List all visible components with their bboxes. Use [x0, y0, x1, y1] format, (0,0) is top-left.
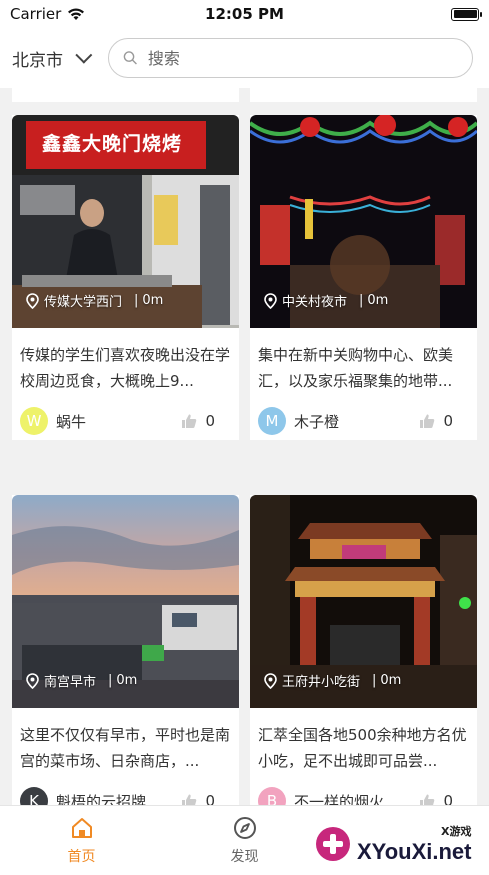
tab-label: 首页 — [67, 849, 96, 865]
wifi-icon — [67, 7, 85, 21]
feed-card[interactable]: 鑫鑫大晚门烧烤 传媒大学西门 | 0m 传媒的学生们喜欢夜晚出没在学校周边觅食，… — [12, 115, 239, 440]
username[interactable]: 蜗牛 — [56, 411, 181, 432]
compass-icon — [233, 817, 256, 839]
like-count: 0 — [443, 412, 453, 430]
card-description: 汇萃全国各地500余种地方名优小吃，足不出城即可品尝... — [258, 726, 467, 770]
thumbs-up-icon — [182, 414, 197, 428]
location-pin-icon — [264, 672, 277, 689]
username[interactable]: 魁梧的云招牌 — [56, 791, 181, 806]
watermark: X游戏 XYouXi.net — [313, 816, 485, 872]
divider: | — [134, 293, 139, 308]
distance: 0m — [367, 293, 389, 308]
watermark-small: X游戏 — [441, 825, 472, 838]
card-description: 集中在新中关购物中心、欧美汇，以及家乐福聚集的地带... — [258, 346, 454, 390]
location-pin-icon — [26, 292, 39, 309]
location-name: 中关村夜市 — [282, 295, 348, 310]
divider: | — [108, 673, 113, 688]
home-icon — [71, 818, 92, 838]
location-tag: 王府井小吃街 | 0m — [264, 671, 401, 690]
watermark-logo-icon — [316, 827, 350, 861]
location-name: 王府井小吃街 — [282, 675, 361, 690]
top-header: 北京市 — [0, 28, 489, 88]
card-image[interactable]: 南宫早市 | 0m — [12, 495, 239, 708]
search-icon — [123, 51, 137, 65]
location-tag: 中关村夜市 | 0m — [264, 291, 388, 310]
distance: 0m — [380, 673, 402, 688]
card-description: 传媒的学生们喜欢夜晚出没在学校周边觅食，大概晚上9... — [20, 346, 231, 390]
thumbs-up-icon — [182, 794, 197, 805]
avatar[interactable]: B — [258, 787, 286, 805]
location-name: 南宫早市 — [44, 675, 97, 690]
avatar[interactable]: K — [20, 787, 48, 805]
tab-discover[interactable]: 发现 — [163, 806, 326, 875]
card-author: K 魁梧的云招牌 0 — [12, 774, 239, 805]
tab-home[interactable]: 首页 — [0, 806, 163, 875]
status-bar: Carrier 12:05 PM — [0, 0, 489, 28]
search-input[interactable] — [147, 48, 458, 68]
feed-list: 鑫鑫大晚门烧烤 传媒大学西门 | 0m 传媒的学生们喜欢夜晚出没在学校周边觅食，… — [0, 88, 489, 805]
feed-card[interactable]: 南宫早市 | 0m 这里不仅仅有早市，平时也是南宫的菜市场、日杂商店，... K… — [12, 495, 239, 805]
like-button[interactable]: 0 — [181, 412, 215, 430]
location-pin-icon — [264, 292, 277, 309]
card-stub — [250, 88, 477, 102]
card-author: W 蜗牛 0 — [12, 394, 239, 440]
battery-icon — [451, 7, 482, 21]
card-author: B 不一样的烟火 0 — [250, 774, 477, 805]
chevron-down-icon — [75, 46, 93, 64]
location-pin-icon — [26, 672, 39, 689]
like-count: 0 — [443, 792, 453, 805]
card-image[interactable]: 鑫鑫大晚门烧烤 传媒大学西门 | 0m — [12, 115, 239, 328]
feed-card[interactable]: 中关村夜市 | 0m 集中在新中关购物中心、欧美汇，以及家乐福聚集的地带... … — [250, 115, 477, 440]
divider: | — [372, 673, 377, 688]
like-button[interactable]: 0 — [181, 792, 215, 805]
distance: 0m — [142, 293, 164, 308]
card-stub — [12, 88, 239, 102]
distance: 0m — [116, 673, 138, 688]
like-count: 0 — [205, 412, 215, 430]
search-bar[interactable] — [108, 38, 473, 78]
like-button[interactable]: 0 — [419, 412, 453, 430]
feed-card[interactable]: 王府井小吃街 | 0m 汇萃全国各地500余种地方名优小吃，足不出城即可品尝..… — [250, 495, 477, 805]
location-name: 传媒大学西门 — [44, 295, 123, 310]
avatar[interactable]: W — [20, 407, 48, 435]
card-author: M 木子橙 0 — [250, 394, 477, 440]
avatar[interactable]: M — [258, 407, 286, 435]
clock: 12:05 PM — [205, 5, 284, 23]
sign-text: 鑫鑫大晚门烧烤 — [42, 133, 183, 155]
card-description: 这里不仅仅有早市，平时也是南宫的菜市场、日杂商店，... — [20, 726, 231, 770]
like-button[interactable]: 0 — [419, 792, 453, 805]
carrier-label: Carrier — [10, 5, 62, 23]
username[interactable]: 木子橙 — [294, 411, 419, 432]
city-selector[interactable]: 北京市 — [12, 46, 108, 71]
location-tag: 南宫早市 | 0m — [26, 671, 137, 690]
tab-label: 发现 — [230, 849, 259, 865]
username[interactable]: 不一样的烟火 — [294, 791, 419, 806]
thumbs-up-icon — [420, 414, 435, 428]
divider: | — [359, 293, 364, 308]
city-label: 北京市 — [12, 50, 63, 71]
card-image[interactable]: 中关村夜市 | 0m — [250, 115, 477, 328]
location-tag: 传媒大学西门 | 0m — [26, 291, 163, 310]
like-count: 0 — [205, 792, 215, 805]
watermark-big: XYouXi.net — [357, 839, 472, 864]
thumbs-up-icon — [420, 794, 435, 805]
card-image[interactable]: 王府井小吃街 | 0m — [250, 495, 477, 708]
